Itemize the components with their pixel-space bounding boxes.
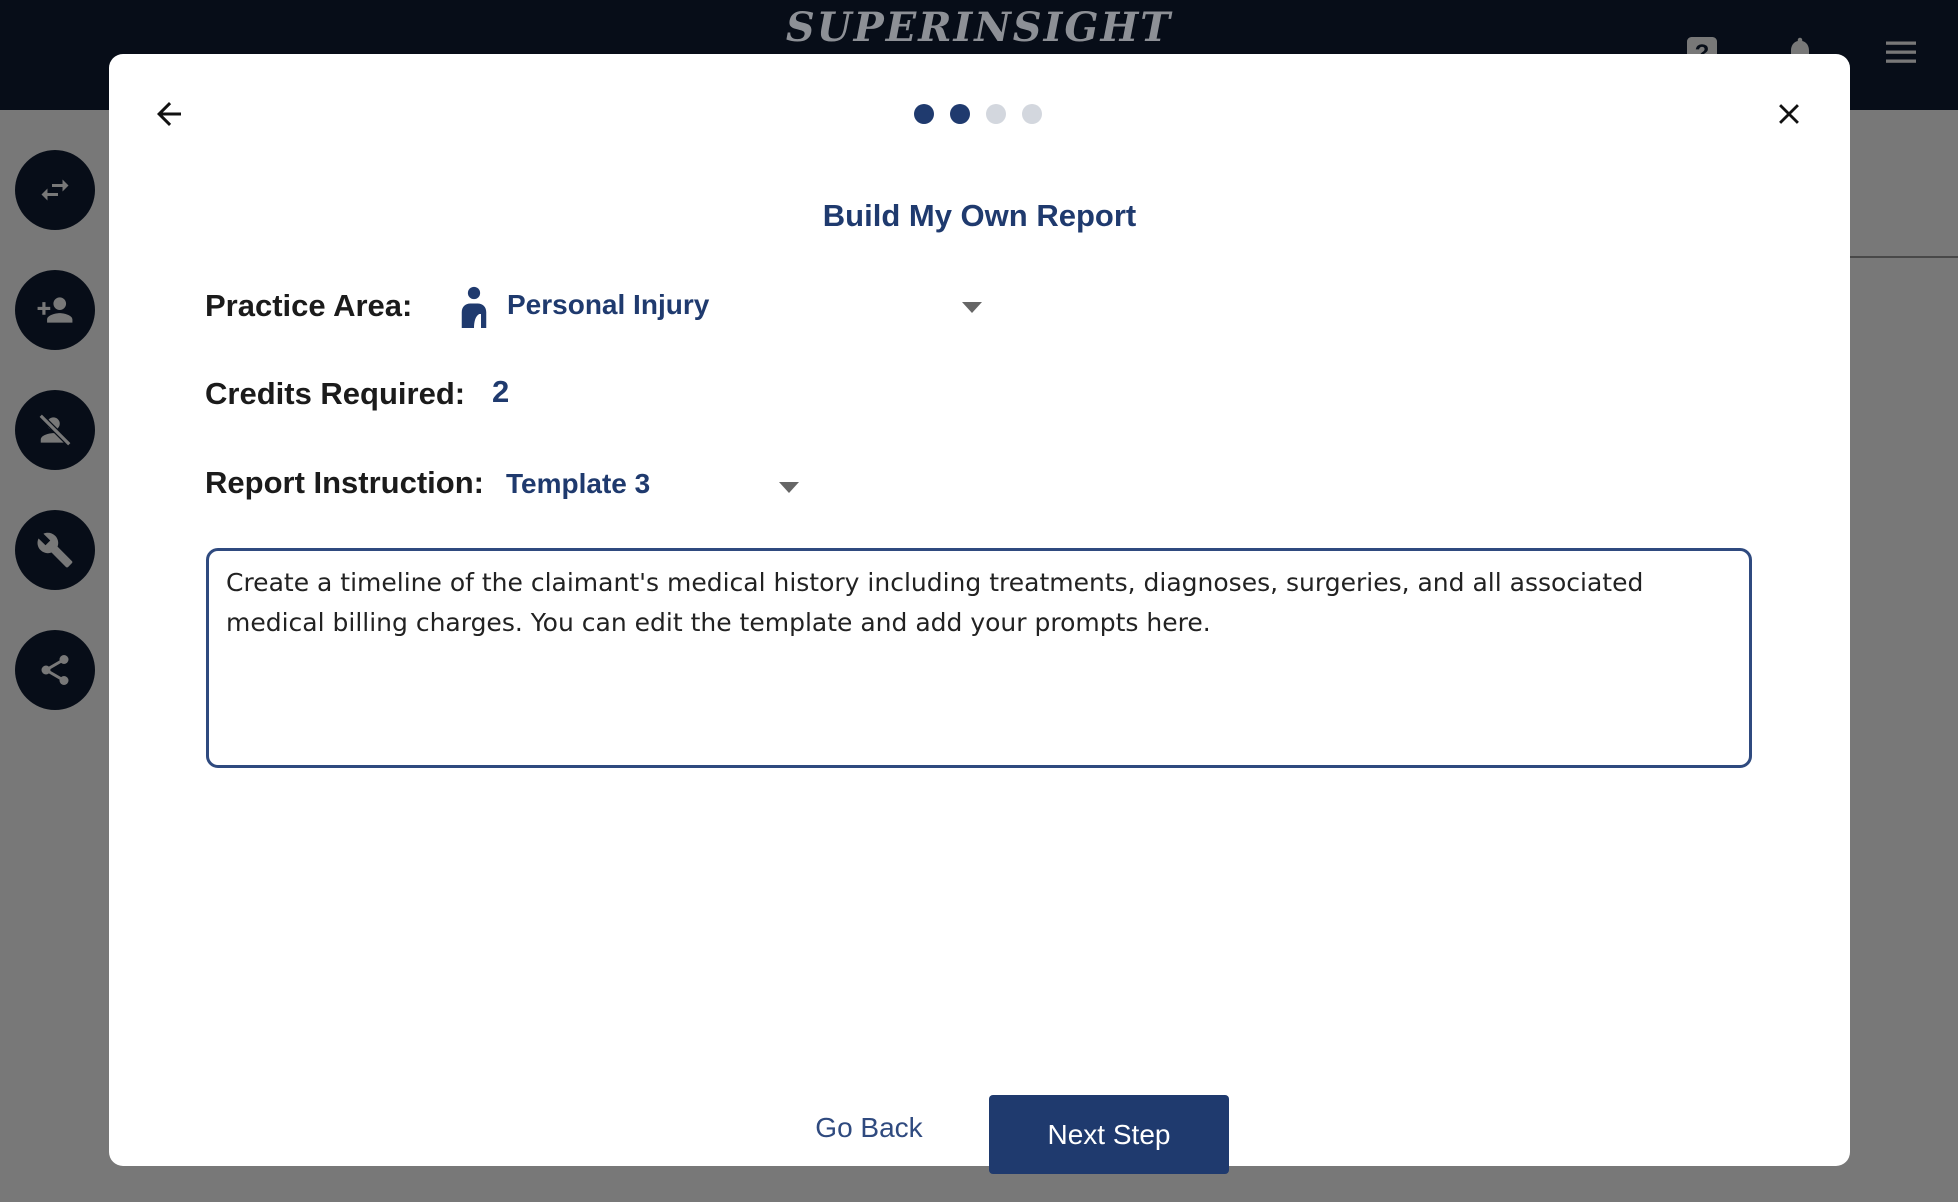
chevron-down-icon <box>962 302 982 313</box>
build-report-dialog: Build My Own Report Practice Area: Perso… <box>109 54 1850 1174</box>
step-dot <box>950 104 970 124</box>
practice-area-value: Personal Injury <box>507 289 710 320</box>
step-indicator <box>914 104 1042 124</box>
app-logo: SUPERINSIGHT <box>785 4 1173 51</box>
report-instruction-label: Report Instruction: <box>205 465 484 500</box>
go-back-button[interactable]: Go Back <box>789 1112 949 1144</box>
report-instruction-select[interactable]: Template 3 <box>506 464 806 508</box>
back-button[interactable] <box>149 94 189 134</box>
next-step-button[interactable]: Next Step <box>989 1095 1229 1174</box>
credits-label: Credits Required: <box>205 376 466 411</box>
practice-area-label: Practice Area: <box>205 288 413 323</box>
injured-person-icon <box>461 286 487 328</box>
dialog-title: Build My Own Report <box>822 198 1137 233</box>
arrow-left-icon <box>157 102 181 126</box>
close-button[interactable] <box>1769 94 1809 134</box>
instruction-textarea[interactable]: Create a timeline of the claimant's medi… <box>206 548 1752 768</box>
practice-area-select[interactable]: Personal Injury <box>443 284 983 330</box>
credits-value: 2 <box>492 374 510 409</box>
step-dot <box>986 104 1006 124</box>
step-dot <box>914 104 934 124</box>
step-dot <box>1022 104 1042 124</box>
chevron-down-icon <box>779 482 799 493</box>
close-icon <box>1779 104 1799 124</box>
report-instruction-value: Template 3 <box>506 468 651 499</box>
